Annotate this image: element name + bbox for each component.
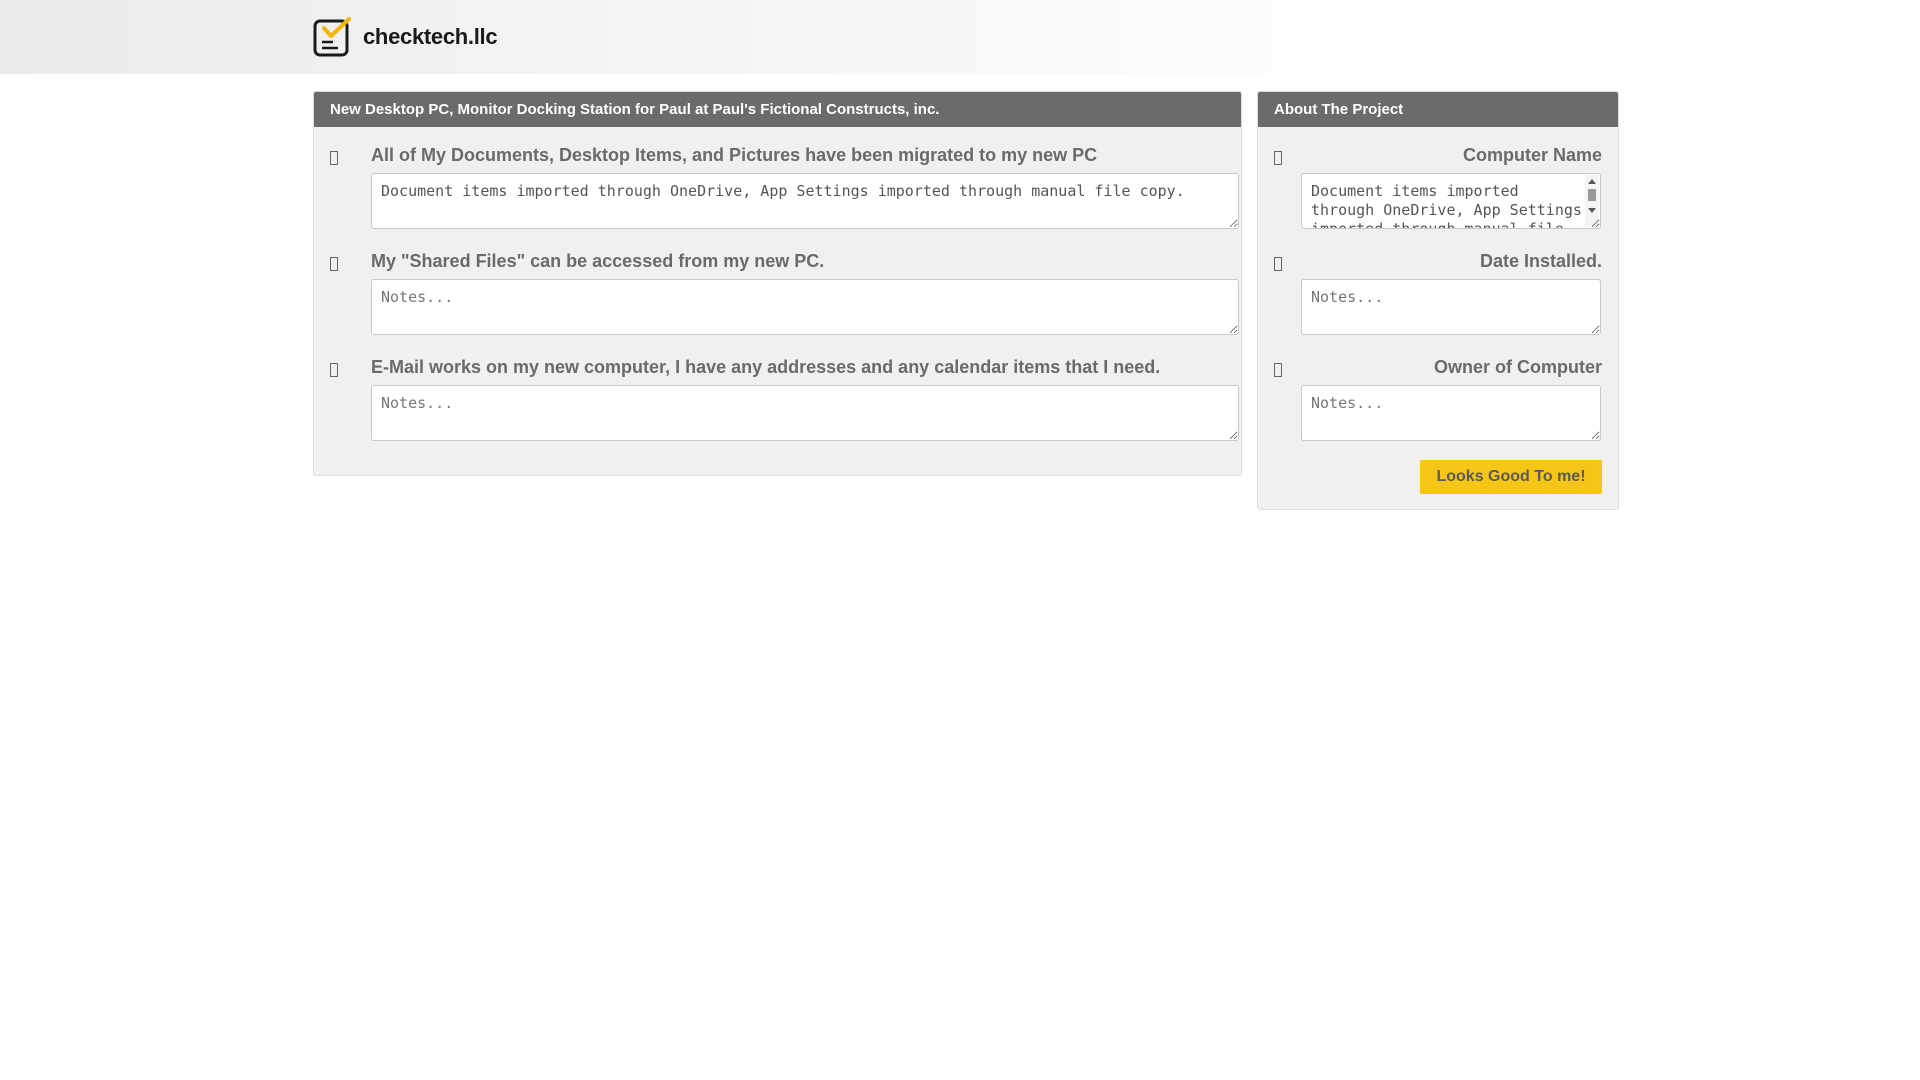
about-title: About The Project [1258,92,1618,127]
checkbox-icon[interactable] [330,151,338,165]
about-item: Owner of Computer [1258,357,1618,443]
scroll-down-icon[interactable] [1588,208,1596,213]
checklist-clipboard-icon [313,17,353,57]
checklist-item: All of My Documents, Desktop Items, and … [330,145,1239,231]
scroll-up-icon[interactable] [1588,179,1596,184]
checkbox-icon[interactable] [1274,257,1282,271]
checkbox-icon[interactable] [1274,151,1282,165]
owner-field[interactable] [1301,385,1601,441]
checklist-item-label: All of My Documents, Desktop Items, and … [371,145,1098,165]
checklist-item-label: My "Shared Files" can be accessed from m… [371,251,825,271]
brand-name: checktech.llc [363,24,498,49]
scrollbar[interactable] [1585,175,1599,227]
scroll-thumb[interactable] [1588,189,1596,201]
project-checklist-panel: New Desktop PC, Monitor Docking Station … [313,91,1242,476]
checkbox-icon[interactable] [330,257,338,271]
computer-name-value: Document items imported through OneDrive… [1311,182,1582,229]
checkbox-icon[interactable] [1274,363,1282,377]
about-item: Date Installed. [1258,251,1618,337]
about-item-label: Date Installed. [1479,251,1602,271]
notes-field[interactable] [371,385,1239,441]
checklist-item-label: E-Mail works on my new computer, I have … [371,357,1161,377]
checkbox-icon[interactable] [330,363,338,377]
checklist-item: My "Shared Files" can be accessed from m… [330,251,1239,337]
about-project-panel: About The Project Computer Name Document… [1257,91,1619,510]
notes-field[interactable]: Document items imported through OneDrive… [371,173,1239,229]
project-title: New Desktop PC, Monitor Docking Station … [314,92,1241,127]
notes-field[interactable] [371,279,1239,335]
about-item-label: Owner of Computer [1433,357,1602,377]
brand[interactable]: checktech.llc [313,17,498,57]
checklist-item: E-Mail works on my new computer, I have … [330,357,1239,443]
computer-name-field[interactable]: Document items imported through OneDrive… [1301,173,1601,229]
about-item: Computer Name Document items imported th… [1258,145,1618,231]
about-item-label: Computer Name [1462,145,1602,165]
looks-good-button[interactable]: Looks Good To me! [1420,460,1602,494]
top-bar: checktech.llc [0,0,1920,74]
date-installed-field[interactable] [1301,279,1601,335]
